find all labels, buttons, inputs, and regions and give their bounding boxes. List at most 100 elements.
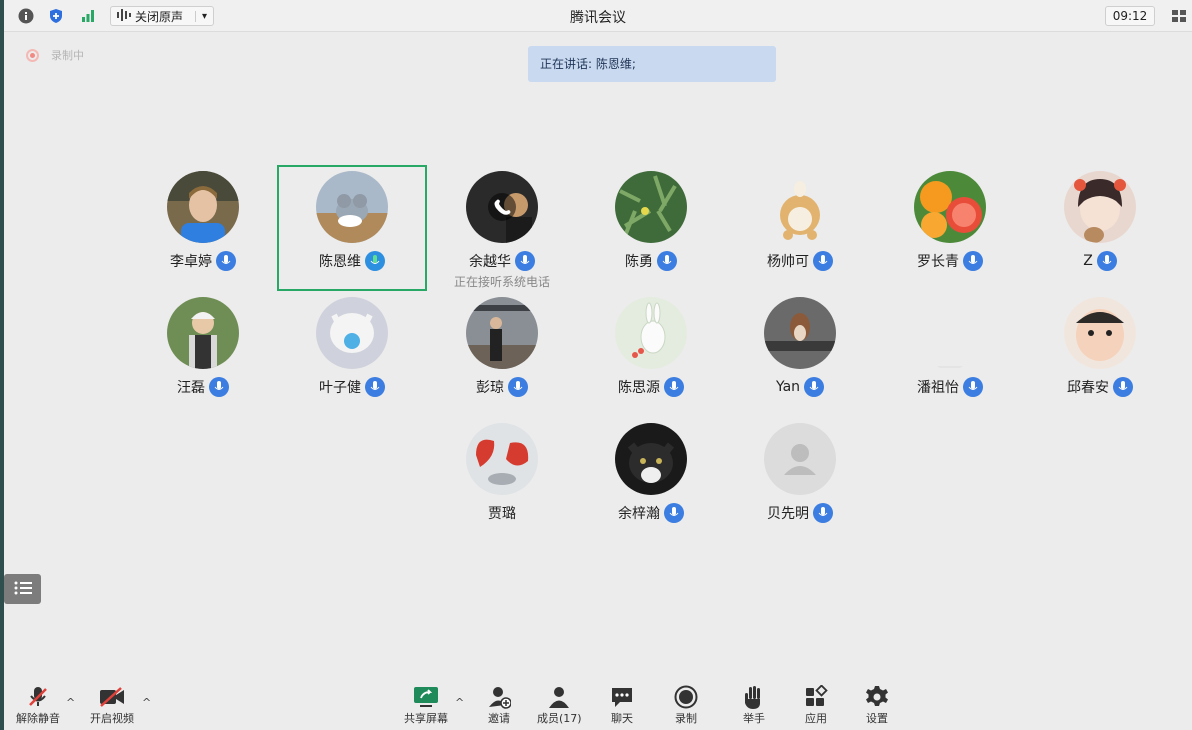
participant-tile[interactable]: 邱春安 [1025, 291, 1175, 417]
participant-status-note: 正在接听系统电话 [453, 275, 550, 289]
chevron-down-icon[interactable]: ▾ [195, 10, 213, 22]
participant-tile[interactable]: 贝先明 [725, 417, 875, 543]
participant-tile[interactable]: 彭琼 [427, 291, 577, 417]
record-icon [671, 684, 701, 710]
participant-tile[interactable]: 李卓婷 [128, 165, 278, 291]
avatar [167, 171, 239, 243]
add-user-icon [484, 684, 514, 710]
participant-name: Z [1083, 253, 1093, 269]
mic-icon [813, 503, 833, 523]
participant-tile[interactable]: Z [1025, 165, 1175, 291]
start-video-button[interactable]: 开启视频 [90, 684, 134, 726]
participant-name: 潘祖怡 [917, 380, 959, 396]
participant-tile[interactable]: 罗长青 [875, 165, 1025, 291]
mic-icon [664, 503, 684, 523]
audio-options-caret[interactable]: ^ [66, 696, 75, 709]
title-bar: 关闭原声 ▾ 腾讯会议 09:12 [4, 0, 1192, 32]
chat-icon [607, 684, 637, 710]
avatar [764, 297, 836, 369]
share-screen-label: 共享屏幕 [404, 712, 448, 725]
meeting-clock: 09:12 [1105, 6, 1155, 26]
unmute-button[interactable]: 解除静音 [16, 684, 60, 726]
apps-button[interactable]: 应用 [801, 684, 831, 726]
list-icon [14, 580, 32, 599]
avatar [914, 171, 986, 243]
recording-icon [26, 48, 39, 62]
avatar [764, 171, 836, 243]
participant-tile[interactable]: 余梓瀚 [576, 417, 726, 543]
raise-hand-label: 举手 [743, 712, 765, 725]
avatar [466, 423, 538, 495]
raise-hand-icon [739, 684, 769, 710]
record-button[interactable]: 录制 [671, 684, 701, 726]
original-sound-toggle[interactable]: 关闭原声 ▾ [110, 6, 214, 26]
participant-name: 贾璐 [488, 506, 516, 522]
camera-off-icon [97, 684, 127, 710]
participant-tile[interactable]: 余越华 正在接听系统电话 [427, 165, 577, 291]
grid-view-icon[interactable] [1170, 6, 1190, 26]
security-shield-icon[interactable] [46, 6, 66, 26]
participant-name: 邱春安 [1067, 380, 1109, 396]
participant-name: 罗长青 [917, 254, 959, 270]
avatar [1064, 297, 1136, 369]
participant-name: Yan [775, 379, 801, 395]
avatar [615, 171, 687, 243]
unmute-label: 解除静音 [16, 712, 60, 725]
members-icon [544, 684, 574, 710]
recording-status: 录制中 [26, 47, 84, 63]
avatar [316, 297, 388, 369]
video-options-caret[interactable]: ^ [142, 696, 151, 709]
participant-tile[interactable]: 汪磊 [128, 291, 278, 417]
mic-icon [813, 251, 833, 271]
settings-button[interactable]: 设置 [862, 684, 892, 726]
mic-icon [963, 251, 983, 271]
invite-button[interactable]: 邀请 [484, 684, 514, 726]
participant-tile[interactable]: 贾璐 [427, 417, 577, 543]
original-sound-label: 关闭原声 [135, 9, 184, 24]
participant-tile[interactable]: 叶子健 [277, 291, 427, 417]
participant-tile[interactable]: 陈勇 [576, 165, 726, 291]
mic-icon [963, 377, 983, 397]
mic-icon [216, 251, 236, 271]
avatar [914, 297, 986, 369]
share-screen-button[interactable]: 共享屏幕 [404, 684, 448, 726]
participant-name: 汪磊 [177, 380, 205, 396]
avatar [615, 297, 687, 369]
members-button[interactable]: 成员(17) [537, 684, 582, 726]
mic-icon [209, 377, 229, 397]
recording-label: 录制中 [51, 49, 84, 62]
apps-label: 应用 [805, 712, 827, 725]
mic-icon [365, 377, 385, 397]
mic-icon [664, 377, 684, 397]
participant-tile[interactable]: 杨帅可 [725, 165, 875, 291]
participant-tile-active[interactable]: 陈恩维 [277, 165, 427, 291]
participant-name: 余越华 [469, 254, 511, 270]
participant-tile[interactable]: 陈思源 [576, 291, 726, 417]
info-icon[interactable] [16, 6, 36, 26]
record-label: 录制 [675, 712, 697, 725]
gear-icon [862, 684, 892, 710]
participant-tile[interactable]: 潘祖怡 [875, 291, 1025, 417]
participant-name: 彭琼 [476, 380, 504, 396]
share-screen-icon [411, 684, 441, 710]
participant-name: 陈恩维 [319, 254, 361, 270]
default-avatar-icon [764, 423, 836, 495]
start-video-label: 开启视频 [90, 712, 134, 725]
participant-name: 叶子健 [319, 380, 361, 396]
members-label: 成员(17) [537, 712, 582, 725]
mic-icon [508, 377, 528, 397]
signal-strength-icon[interactable] [78, 6, 98, 26]
participant-tile[interactable]: Yan [725, 291, 875, 417]
list-toggle-button[interactable] [4, 574, 41, 604]
mic-icon [1096, 251, 1117, 271]
share-options-caret[interactable]: ^ [455, 696, 464, 709]
avatar [1064, 171, 1136, 243]
mic-icon [804, 377, 825, 397]
mic-icon [1113, 377, 1133, 397]
raise-hand-button[interactable]: 举手 [739, 684, 769, 726]
chat-button[interactable]: 聊天 [607, 684, 637, 726]
settings-label: 设置 [866, 712, 888, 725]
avatar [167, 297, 239, 369]
participant-name: 余梓瀚 [618, 506, 660, 522]
avatar [466, 171, 538, 243]
